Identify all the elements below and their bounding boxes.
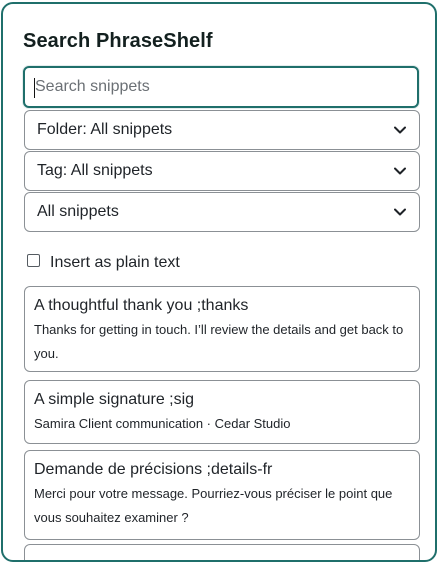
plain-text-label: Insert as plain text (50, 254, 180, 271)
search-panel: Search PhraseShelf Folder: All snippets … (1, 2, 437, 562)
search-field[interactable] (23, 66, 419, 108)
panel-title: Search PhraseShelf (23, 30, 213, 52)
plain-text-option[interactable]: Insert as plain text (27, 251, 180, 275)
snippet-card[interactable]: A thoughtful thank you ;thanks Thanks fo… (24, 286, 420, 372)
snippet-preview: Thanks for getting in touch. I’ll review… (34, 322, 404, 361)
snippet-title: Demande de précisions ;details-fr (34, 461, 273, 478)
snippet-card[interactable]: A simple signature ;sig Samira Client co… (24, 380, 420, 444)
tag-select[interactable]: Tag: All snippets (24, 151, 420, 191)
snippet-preview: Samira Client communication · Cedar Stud… (34, 416, 291, 431)
chevron-down-icon (393, 123, 407, 137)
folder-select-value: Folder: All snippets (37, 121, 173, 138)
snippet-preview: Merci pour votre message. Pourriez-vous … (34, 486, 393, 525)
folder-select[interactable]: Folder: All snippets (24, 110, 420, 150)
text-cursor (34, 78, 35, 98)
snippet-card[interactable] (24, 544, 420, 560)
snippet-title: A thoughtful thank you ;thanks (34, 297, 249, 314)
search-input[interactable] (25, 68, 417, 106)
scope-select-value: All snippets (37, 203, 119, 220)
scope-select[interactable]: All snippets (24, 192, 420, 232)
tag-select-value: Tag: All snippets (37, 162, 153, 179)
snippet-title: A simple signature ;sig (34, 391, 195, 408)
chevron-down-icon (393, 164, 407, 178)
chevron-down-icon (393, 205, 407, 219)
snippet-card[interactable]: Demande de précisions ;details-fr Merci … (24, 450, 420, 540)
plain-text-checkbox[interactable] (27, 253, 40, 267)
